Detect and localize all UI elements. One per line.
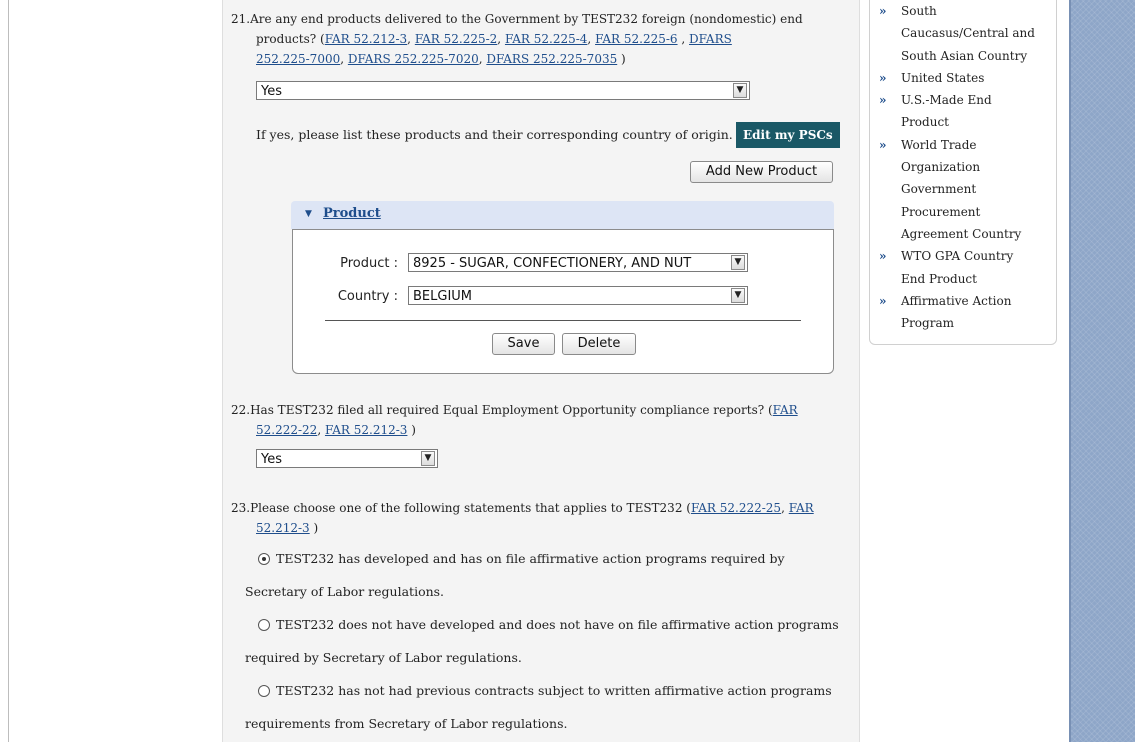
link-far-52-212-3[interactable]: FAR <box>789 501 814 515</box>
product-panel-header[interactable]: ▼ Product <box>291 201 834 229</box>
chevron-down-icon: ▼ <box>733 83 747 98</box>
question-21: 21.Are any end products delivered to the… <box>231 9 851 69</box>
definition-line: South <box>901 4 937 18</box>
option-1-continuation: Secretary of Labor regulations. <box>245 584 445 599</box>
question-21-refs-line2: 252.225-7000, DFARS 252.225-7020, DFARS … <box>256 52 626 66</box>
delete-button[interactable]: Delete <box>562 333 636 355</box>
definition-line: Government <box>901 182 977 197</box>
collapse-triangle-icon: ▼ <box>305 209 312 219</box>
definition-line: End Product <box>901 271 977 286</box>
definition-line: Agreement Country <box>901 226 1022 241</box>
option-text: TEST232 does not have developed and does… <box>276 617 839 632</box>
bullet-arrow-icon: » <box>879 293 887 308</box>
definition-line: World Trade <box>901 137 977 152</box>
bullet-arrow-icon: » <box>879 93 887 108</box>
definition-united-states[interactable]: » United States <box>879 67 1057 89</box>
definition-line: Caucasus/Central and <box>901 26 1035 41</box>
definition-affirmative-action[interactable]: » Affirmative Action Program <box>879 290 1057 335</box>
product-select[interactable]: 8925 - SUGAR, CONFECTIONERY, AND NUT ▼ <box>408 253 748 272</box>
chevron-down-icon: ▼ <box>731 255 745 270</box>
question-22: 22.Has TEST232 filed all required Equal … <box>231 400 851 440</box>
option-3-continuation: requirements from Secretary of Labor reg… <box>245 716 568 731</box>
link-dfars-252-225-7020[interactable]: DFARS 252.225-7020 <box>348 52 479 66</box>
link-dfars-252-225-7000-cont[interactable]: 252.225-7000 <box>256 52 340 66</box>
question-text-line: Please choose one of the following state… <box>250 501 691 515</box>
definition-line: Program <box>901 316 954 331</box>
q21-yes-no-select[interactable]: Yes ▼ <box>256 81 750 100</box>
definition-wto-gpa-country[interactable]: » World Trade Organization Government Pr… <box>879 134 1057 245</box>
definition-line: Affirmative Action <box>901 293 1012 308</box>
radio-button[interactable] <box>258 619 270 631</box>
definitions-list: » South Caucasus/Central and South Asian… <box>879 0 1057 334</box>
edit-my-pscs-button[interactable]: Edit my PSCs <box>736 122 840 148</box>
bullet-arrow-icon: » <box>879 137 887 152</box>
link-far-52-222-25[interactable]: FAR 52.222-25 <box>691 501 781 515</box>
definition-line: Organization <box>901 160 981 175</box>
product-list-instruction: If yes, please list these products and t… <box>256 127 733 142</box>
radio-button-selected[interactable] <box>258 553 270 565</box>
save-button[interactable]: Save <box>492 333 555 355</box>
question-number: 23. <box>231 501 251 515</box>
affirmative-option-3[interactable]: TEST232 has not had previous contracts s… <box>258 681 832 701</box>
country-select[interactable]: BELGIUM ▼ <box>408 286 748 305</box>
question-number: 22. <box>231 403 251 417</box>
affirmative-option-2[interactable]: TEST232 does not have developed and does… <box>258 615 839 635</box>
question-text-line: Has TEST232 filed all required Equal Emp… <box>250 403 773 417</box>
link-far-52-212-3[interactable]: FAR 52.212-3 <box>325 32 407 46</box>
question-23-refs-line: 52.212-3 ) <box>256 521 319 535</box>
definition-line: Product <box>901 115 949 130</box>
refs-prefix: products? ( <box>256 32 325 46</box>
radio-button[interactable] <box>258 685 270 697</box>
left-border <box>8 0 9 742</box>
chevron-down-icon: ▼ <box>731 288 745 303</box>
definition-line: U.S.-Made End <box>901 93 992 108</box>
question-22-text: 22.Has TEST232 filed all required Equal … <box>231 400 851 420</box>
select-value: Yes <box>261 452 282 467</box>
definition-line: WTO GPA Country <box>901 249 1014 264</box>
select-value: Yes <box>261 84 282 99</box>
bullet-arrow-icon: » <box>879 249 887 264</box>
option-2-continuation: required by Secretary of Labor regulatio… <box>245 650 522 665</box>
add-new-product-button[interactable]: Add New Product <box>690 161 833 183</box>
product-panel-divider <box>325 320 801 321</box>
definition-us-made-end-product[interactable]: » U.S.-Made End Product <box>879 89 1057 134</box>
right-background-panel <box>1071 0 1135 742</box>
affirmative-option-1[interactable]: TEST232 has developed and has on file af… <box>258 549 785 569</box>
bullet-arrow-icon: » <box>879 70 887 85</box>
link-far-52-212-3-cont[interactable]: 52.212-3 <box>256 521 310 535</box>
q22-yes-no-select[interactable]: Yes ▼ <box>256 449 438 468</box>
link-far-52-222-22-cont[interactable]: 52.222-22 <box>256 423 317 437</box>
definition-line: Procurement <box>901 204 981 219</box>
definition-line: United States <box>901 70 985 85</box>
question-21-text: 21.Are any end products delivered to the… <box>231 9 851 29</box>
bullet-arrow-icon: » <box>879 4 887 18</box>
option-text: TEST232 has developed and has on file af… <box>276 551 785 566</box>
definition-line: South Asian Country <box>901 48 1028 63</box>
question-text-line: Are any end products delivered to the Go… <box>250 12 803 26</box>
link-far-52-222-22[interactable]: FAR <box>773 403 798 417</box>
link-far-52-225-6[interactable]: FAR 52.225-6 <box>595 32 677 46</box>
link-far-52-225-2[interactable]: FAR 52.225-2 <box>415 32 497 46</box>
select-value: 8925 - SUGAR, CONFECTIONERY, AND NUT <box>413 256 692 271</box>
link-dfars-252-225-7035[interactable]: DFARS 252.225-7035 <box>486 52 617 66</box>
definition-south-caucasus[interactable]: » South Caucasus/Central and South Asian… <box>879 0 1057 67</box>
product-field-label: Product : <box>340 256 398 271</box>
option-text: TEST232 has not had previous contracts s… <box>276 683 832 698</box>
question-22-refs-line: 52.222-22, FAR 52.212-3 ) <box>256 423 416 437</box>
product-panel-title[interactable]: Product <box>323 206 381 221</box>
question-23: 23.Please choose one of the following st… <box>231 498 851 538</box>
definition-wto-gpa-end-product[interactable]: » WTO GPA Country End Product <box>879 245 1057 290</box>
select-value: BELGIUM <box>413 289 473 304</box>
question-number: 21. <box>231 12 251 26</box>
link-far-52-212-3[interactable]: FAR 52.212-3 <box>325 423 407 437</box>
link-far-52-225-4[interactable]: FAR 52.225-4 <box>505 32 587 46</box>
country-field-label: Country : <box>337 289 398 304</box>
chevron-down-icon: ▼ <box>421 451 435 466</box>
question-23-text: 23.Please choose one of the following st… <box>231 501 814 515</box>
question-21-refs-line1: products? (FAR 52.212-3, FAR 52.225-2, F… <box>256 32 732 46</box>
link-dfars-252-225-7000[interactable]: DFARS <box>689 32 732 46</box>
